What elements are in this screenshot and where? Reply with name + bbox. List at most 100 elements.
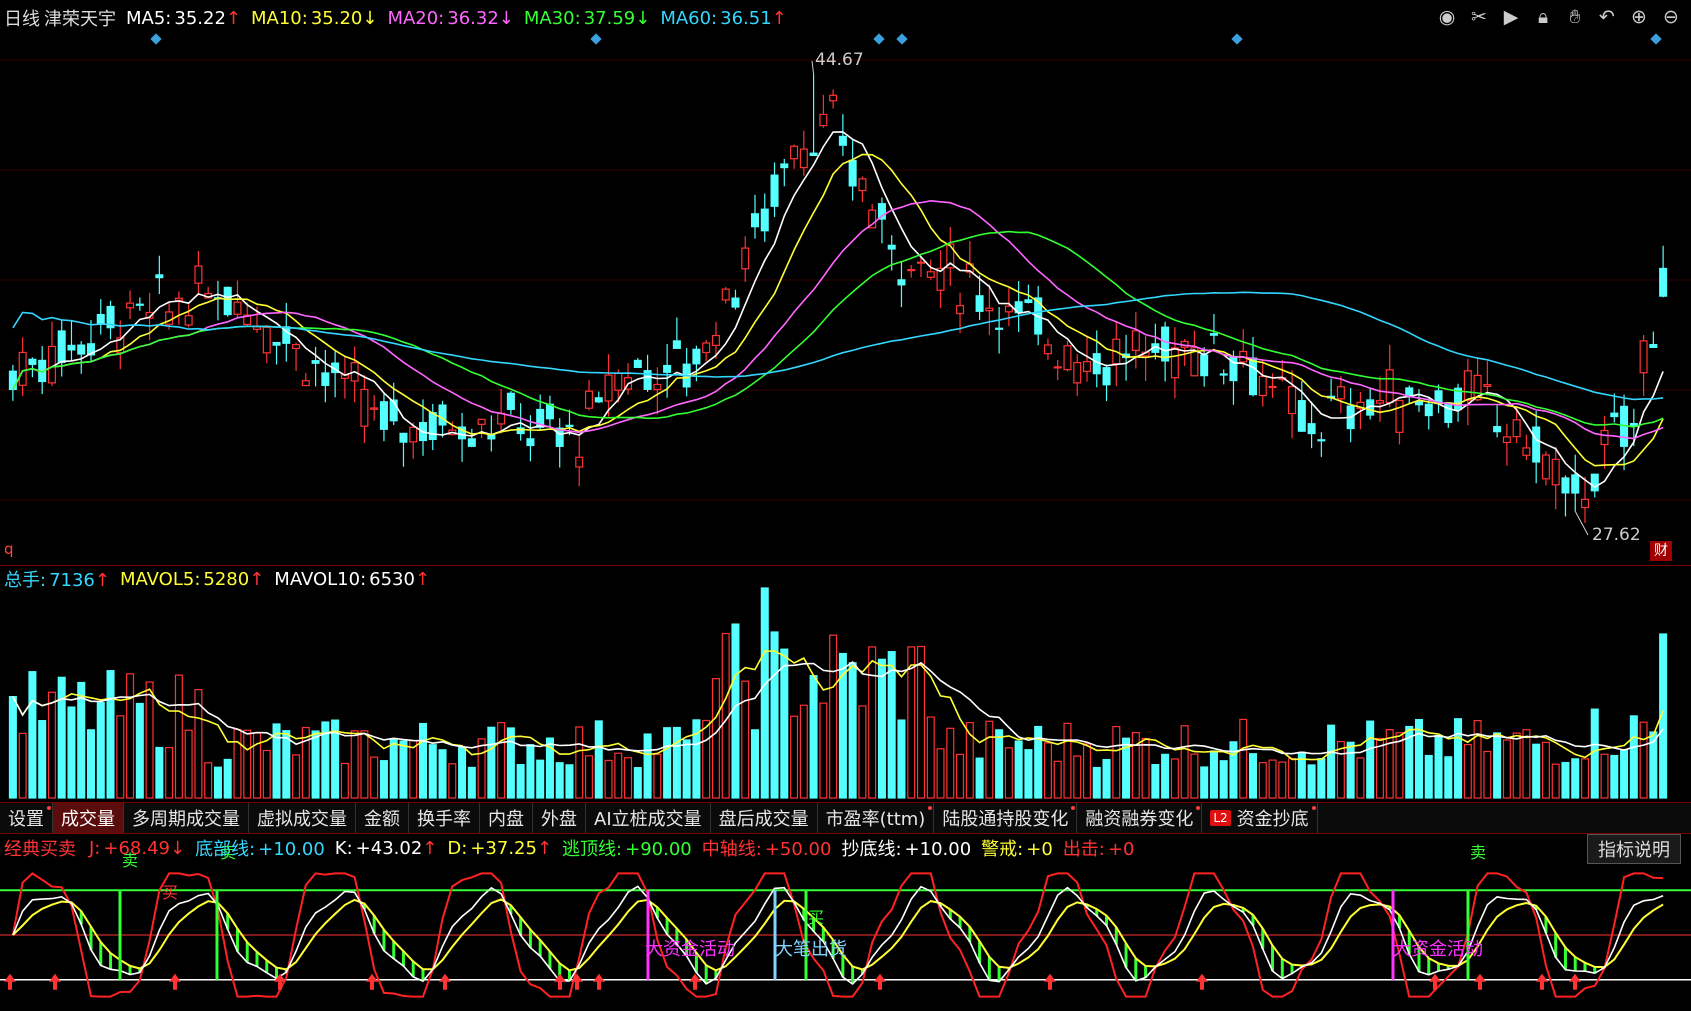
ma-value: 37.59 [583, 7, 636, 29]
ma-label: MA5: [126, 7, 172, 29]
price-panel[interactable] [0, 0, 1691, 565]
volume-bar [584, 755, 594, 799]
volume-bar [760, 587, 769, 799]
candle-body [1161, 326, 1170, 362]
tab-13[interactable]: L2 资金抄底 [1202, 803, 1318, 833]
tab-12[interactable]: 融资融券变化 [1077, 803, 1203, 833]
hand-icon[interactable]: ✋︎ [1565, 6, 1585, 28]
indicator-explain-button[interactable]: 指标说明 [1587, 834, 1681, 864]
ma-4: MA60: 36.51↑ [660, 8, 786, 29]
ind-label: 经典买卖 [4, 839, 76, 860]
candle-body [184, 315, 193, 326]
volume-bar [1219, 760, 1228, 799]
volume-bar [731, 623, 740, 799]
candle-body [1395, 399, 1404, 433]
ma-arrow: ↓ [635, 7, 651, 29]
candle-body [370, 407, 379, 410]
ma-3: MA30: 37.59↓ [524, 8, 650, 29]
candle-body [1610, 412, 1619, 418]
candle-body [67, 344, 76, 351]
event-diamond-icon [873, 33, 885, 45]
volume-bar [379, 760, 388, 799]
candle-body [1600, 429, 1609, 446]
buy-arrow-icon [1044, 973, 1056, 990]
vol-label: 总手: [4, 570, 47, 591]
candle-body [829, 94, 838, 102]
candle-body [77, 344, 86, 355]
volume-bar [1639, 721, 1648, 799]
volume-bar [750, 729, 760, 799]
tab-5[interactable]: 换手率 [409, 803, 480, 833]
volume-bar [1180, 725, 1189, 799]
vol-1: MAVOL5: 5280↑ [120, 569, 264, 590]
candle-body [565, 424, 574, 427]
candle-body [741, 247, 750, 270]
candle-body [301, 380, 310, 387]
volume-bar [936, 748, 945, 799]
cai-badge[interactable]: 财 [1650, 541, 1672, 561]
zoom-in-icon[interactable]: ⊕ [1629, 6, 1649, 28]
volume-bar [213, 766, 222, 799]
tab-8[interactable]: AI立桩成交量 [586, 803, 711, 833]
event-diamond-icon [1231, 33, 1243, 45]
candle-body [887, 244, 896, 250]
tab-2[interactable]: 多周期成交量 [124, 803, 249, 833]
ma-arrow: ↑ [771, 7, 787, 29]
tab-6[interactable]: 内盘 [480, 803, 533, 833]
volume-bar [477, 738, 486, 799]
candle-body [477, 418, 486, 425]
tab-9[interactable]: 盘后成交量 [711, 803, 818, 833]
buy-arrow-icon [1196, 973, 1208, 990]
volume-bar [38, 720, 47, 799]
volume-bar [1112, 725, 1121, 799]
volume-bar [1356, 757, 1365, 799]
vol-arrow: ↑ [94, 570, 110, 591]
undo-icon[interactable]: ↶ [1597, 6, 1617, 28]
tab-0[interactable]: 设置 [0, 803, 53, 833]
volume-bar [1190, 753, 1199, 799]
tab-7[interactable]: 外盘 [533, 803, 586, 833]
period-label[interactable]: 日线 [4, 5, 40, 31]
volume-panel[interactable] [0, 565, 1691, 803]
candle-body [584, 390, 594, 409]
volume-bar [633, 767, 642, 799]
tab-1[interactable]: 成交量 [53, 803, 124, 833]
indicator-tabs: 设置 成交量 多周期成交量 虚拟成交量 金额 换手率 内盘 外盘 AI立桩成交量 盘后成交量 市盈率… [0, 802, 1691, 834]
candle-body [1639, 340, 1648, 374]
volume-bar [1014, 740, 1023, 799]
candle-body [1170, 347, 1179, 379]
candle-body [1082, 361, 1092, 373]
volume-bar [516, 763, 525, 799]
candle-body [1580, 498, 1590, 509]
annotation-label-2: 大笔出货 [775, 939, 847, 960]
play-icon[interactable]: ▶ [1501, 6, 1521, 28]
ma-label: MA60: [660, 7, 718, 29]
ma-arrow: ↓ [362, 7, 378, 29]
buy-arrow-icon [1474, 973, 1486, 990]
ind-1: J: +68.49↓ [89, 838, 185, 859]
tab-label: 金额 [364, 809, 400, 830]
volume-bar [389, 738, 398, 799]
candle-body [750, 213, 760, 228]
volume-bar [770, 631, 779, 799]
annotation-label-3: 大资金活动 [1393, 939, 1483, 960]
eye-icon[interactable]: ◉ [1437, 6, 1457, 28]
candle-body [702, 342, 711, 354]
tab-11[interactable]: 陆股通持股变化 [934, 803, 1078, 833]
tab-10[interactable]: 市盈率(ttm) [818, 803, 935, 833]
volume-bar [1288, 757, 1297, 799]
vol-label: MAVOL10: [274, 568, 367, 590]
candle-body [1131, 330, 1140, 352]
candle-body [926, 271, 935, 278]
candle-body [760, 208, 769, 232]
volume-header: 总手: 7136↑ MAVOL5: 5280↑ MAVOL10: 6530↑ [4, 565, 440, 593]
zoom-out-icon[interactable]: ⊖ [1661, 6, 1681, 28]
candle-body [1551, 458, 1560, 486]
scissors-icon[interactable]: ✂ [1469, 6, 1489, 28]
tab-4[interactable]: 金额 [356, 803, 409, 833]
lock-icon[interactable]: 🔒︎ [1533, 6, 1553, 28]
vol-arrow: ↑ [249, 568, 265, 590]
volume-chart[interactable] [0, 566, 1691, 803]
tab-3[interactable]: 虚拟成交量 [249, 803, 356, 833]
candlestick-chart[interactable] [0, 0, 1691, 565]
